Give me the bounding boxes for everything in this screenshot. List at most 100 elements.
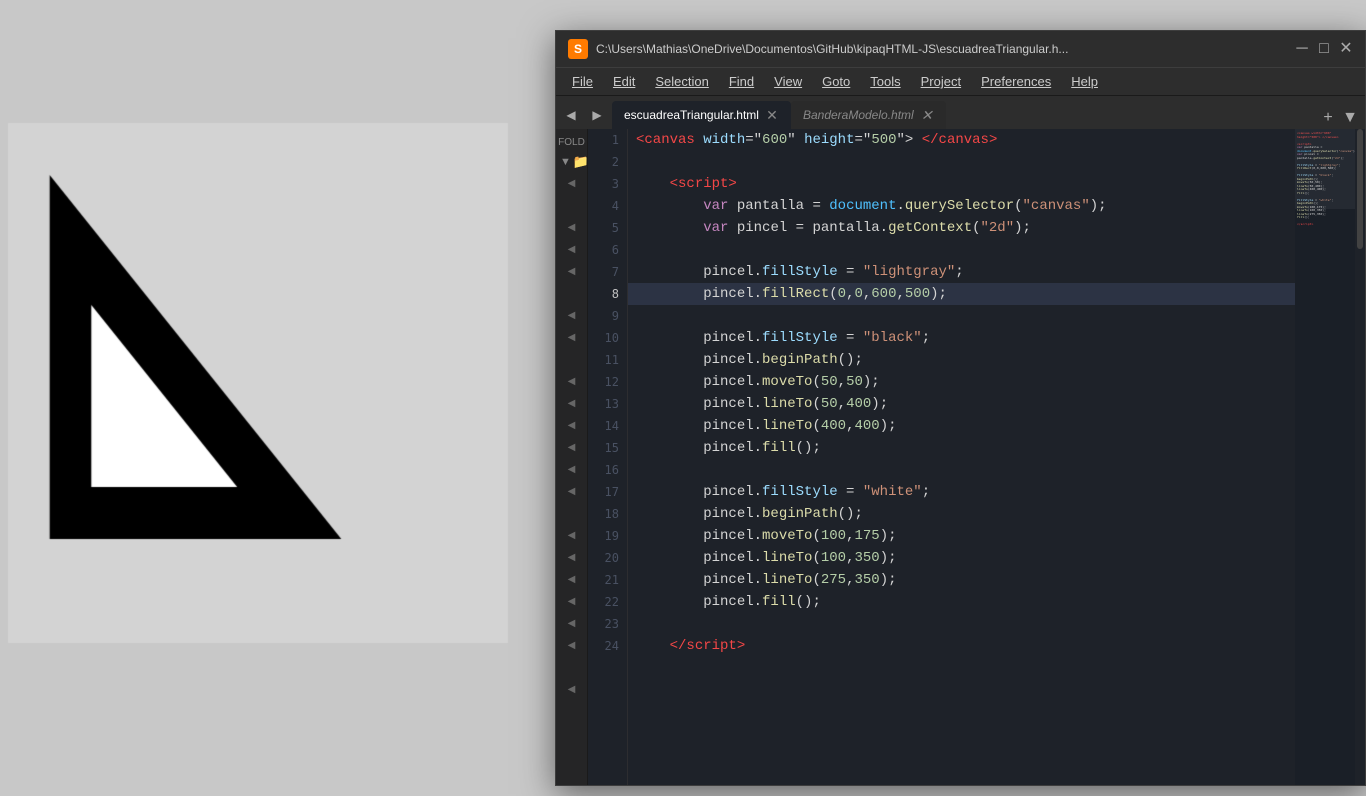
val-500: 500 bbox=[871, 129, 896, 151]
num-50-3: 50 bbox=[821, 393, 838, 415]
tab-prev-button[interactable]: ◀ bbox=[560, 101, 582, 129]
close-button[interactable]: ✕ bbox=[1339, 42, 1353, 56]
line-num-19: 19 bbox=[588, 525, 627, 547]
maximize-button[interactable]: □ bbox=[1317, 42, 1331, 56]
line-num-12: 12 bbox=[588, 371, 627, 393]
tab-inactive-close[interactable]: ✕ bbox=[920, 108, 934, 122]
method-fillrect-1: fillRect bbox=[762, 283, 829, 305]
method-queryselector: querySelector bbox=[905, 195, 1014, 217]
fold-space-2 bbox=[568, 194, 576, 216]
tab-active-close[interactable]: ✕ bbox=[765, 108, 779, 122]
fold-arrow-14: ◀ bbox=[568, 458, 576, 480]
tab-next-button[interactable]: ▶ bbox=[586, 101, 608, 129]
line-num-20: 20 bbox=[588, 547, 627, 569]
line-num-9: 9 bbox=[588, 305, 627, 327]
code-line-2 bbox=[628, 151, 1295, 173]
fold-space-16 bbox=[568, 502, 576, 524]
vertical-scrollbar[interactable] bbox=[1355, 129, 1365, 785]
fold-space-9 bbox=[568, 348, 576, 370]
line-num-16: 16 bbox=[588, 459, 627, 481]
sidebar-collapse-icon[interactable]: ▼ bbox=[560, 156, 571, 168]
num-0-2: 0 bbox=[854, 283, 862, 305]
code-line-6 bbox=[628, 239, 1295, 261]
menu-selection[interactable]: Selection bbox=[647, 72, 716, 91]
menu-preferences[interactable]: Preferences bbox=[973, 72, 1059, 91]
tab-inactive[interactable]: BanderaModelo.html ✕ bbox=[791, 101, 946, 129]
menu-tools[interactable]: Tools bbox=[862, 72, 908, 91]
method-fill-2: fill bbox=[762, 591, 796, 613]
tab-active[interactable]: escuadreaTriangular.html ✕ bbox=[612, 101, 791, 129]
fold-arrow-icon-12: ◀ bbox=[568, 420, 576, 431]
fold-arrows: ◀ ◀ ◀ ◀ ◀ ◀ bbox=[568, 172, 576, 700]
fold-space-6 bbox=[568, 282, 576, 304]
menu-edit[interactable]: Edit bbox=[605, 72, 643, 91]
code-line-3: <script> bbox=[628, 173, 1295, 195]
method-lineto-2: lineTo bbox=[762, 415, 812, 437]
line-num-1: 1 bbox=[588, 129, 627, 151]
line-num-7: 7 bbox=[588, 261, 627, 283]
method-beginpath-1: beginPath bbox=[762, 349, 838, 371]
preview-canvas bbox=[0, 73, 578, 723]
fold-arrow-icon-18: ◀ bbox=[568, 552, 576, 563]
str-canvas: "canvas" bbox=[1023, 195, 1090, 217]
num-0-1: 0 bbox=[838, 283, 846, 305]
code-area[interactable]: <canvas width =" 600 " height =" 500 "> … bbox=[628, 129, 1295, 785]
window-title: C:\Users\Mathias\OneDrive\Documentos\Git… bbox=[596, 42, 1068, 56]
tab-active-label: escuadreaTriangular.html bbox=[624, 108, 759, 122]
code-line-14: pincel. lineTo ( 400 , 400 ); bbox=[628, 415, 1295, 437]
scrollbar-thumb[interactable] bbox=[1357, 129, 1363, 249]
num-400-1: 400 bbox=[846, 393, 871, 415]
line-num-3: 3 bbox=[588, 173, 627, 195]
val-600: 600 bbox=[762, 129, 787, 151]
code-line-16 bbox=[628, 459, 1295, 481]
fold-arrow-15: ◀ bbox=[568, 480, 576, 502]
menu-goto[interactable]: Goto bbox=[814, 72, 858, 91]
code-line-24: </script> bbox=[628, 635, 1295, 657]
menu-help[interactable]: Help bbox=[1063, 72, 1106, 91]
method-moveto-1: moveTo bbox=[762, 371, 812, 393]
num-100-2: 100 bbox=[821, 547, 846, 569]
code-line-15: pincel. fill (); bbox=[628, 437, 1295, 459]
fold-arrow-icon-21: ◀ bbox=[568, 618, 576, 629]
code-line-9 bbox=[628, 305, 1295, 327]
menu-find[interactable]: Find bbox=[721, 72, 762, 91]
sidebar-folder-icon[interactable]: 📁 bbox=[573, 154, 589, 170]
fold-arrow-24: ◀ bbox=[568, 678, 576, 700]
code-line-12: pincel. moveTo ( 50 , 50 ); bbox=[628, 371, 1295, 393]
fold-arrow-17: ◀ bbox=[568, 524, 576, 546]
line-num-17: 17 bbox=[588, 481, 627, 503]
num-400-2: 400 bbox=[821, 415, 846, 437]
line-num-13: 13 bbox=[588, 393, 627, 415]
sidebar-fold-label: FOLD bbox=[556, 133, 587, 152]
editor-window: S C:\Users\Mathias\OneDrive\Documentos\G… bbox=[555, 30, 1366, 786]
code-line-19: pincel. moveTo ( 100 , 175 ); bbox=[628, 525, 1295, 547]
fold-arrow-12: ◀ bbox=[568, 414, 576, 436]
sublime-icon: S bbox=[568, 39, 588, 59]
tab-add-button[interactable]: + bbox=[1317, 107, 1339, 129]
fold-arrow-icon-14: ◀ bbox=[568, 464, 576, 475]
num-275: 275 bbox=[821, 569, 846, 591]
fold-arrow-icon-24: ◀ bbox=[568, 684, 576, 695]
menu-view[interactable]: View bbox=[766, 72, 810, 91]
fold-arrow-icon-7: ◀ bbox=[568, 310, 576, 321]
tag-script-close: </script> bbox=[670, 635, 746, 657]
minimize-button[interactable]: ─ bbox=[1295, 42, 1309, 56]
code-content: <canvas width =" 600 " height =" 500 "> … bbox=[628, 129, 1295, 657]
line-num-8: 8 bbox=[588, 283, 627, 305]
fold-arrow-icon-5: ◀ bbox=[568, 266, 576, 277]
title-bar-left: S C:\Users\Mathias\OneDrive\Documentos\G… bbox=[568, 39, 1068, 59]
method-beginpath-2: beginPath bbox=[762, 503, 838, 525]
minimap-slider[interactable] bbox=[1295, 129, 1355, 209]
menu-file[interactable]: File bbox=[564, 72, 601, 91]
tab-dropdown-button[interactable]: ▼ bbox=[1339, 107, 1361, 129]
num-100-1: 100 bbox=[821, 525, 846, 547]
fold-arrow-13: ◀ bbox=[568, 436, 576, 458]
menu-project[interactable]: Project bbox=[913, 72, 969, 91]
fold-arrow-icon-10: ◀ bbox=[568, 376, 576, 387]
fold-arrow-1: ◀ bbox=[568, 172, 576, 194]
sidebar-folder-row: ▼ 📁 bbox=[556, 152, 587, 172]
code-line-21: pincel. lineTo ( 275 , 350 ); bbox=[628, 569, 1295, 591]
code-line-20: pincel. lineTo ( 100 , 350 ); bbox=[628, 547, 1295, 569]
line-num-11: 11 bbox=[588, 349, 627, 371]
line-num-24: 24 bbox=[588, 635, 627, 657]
